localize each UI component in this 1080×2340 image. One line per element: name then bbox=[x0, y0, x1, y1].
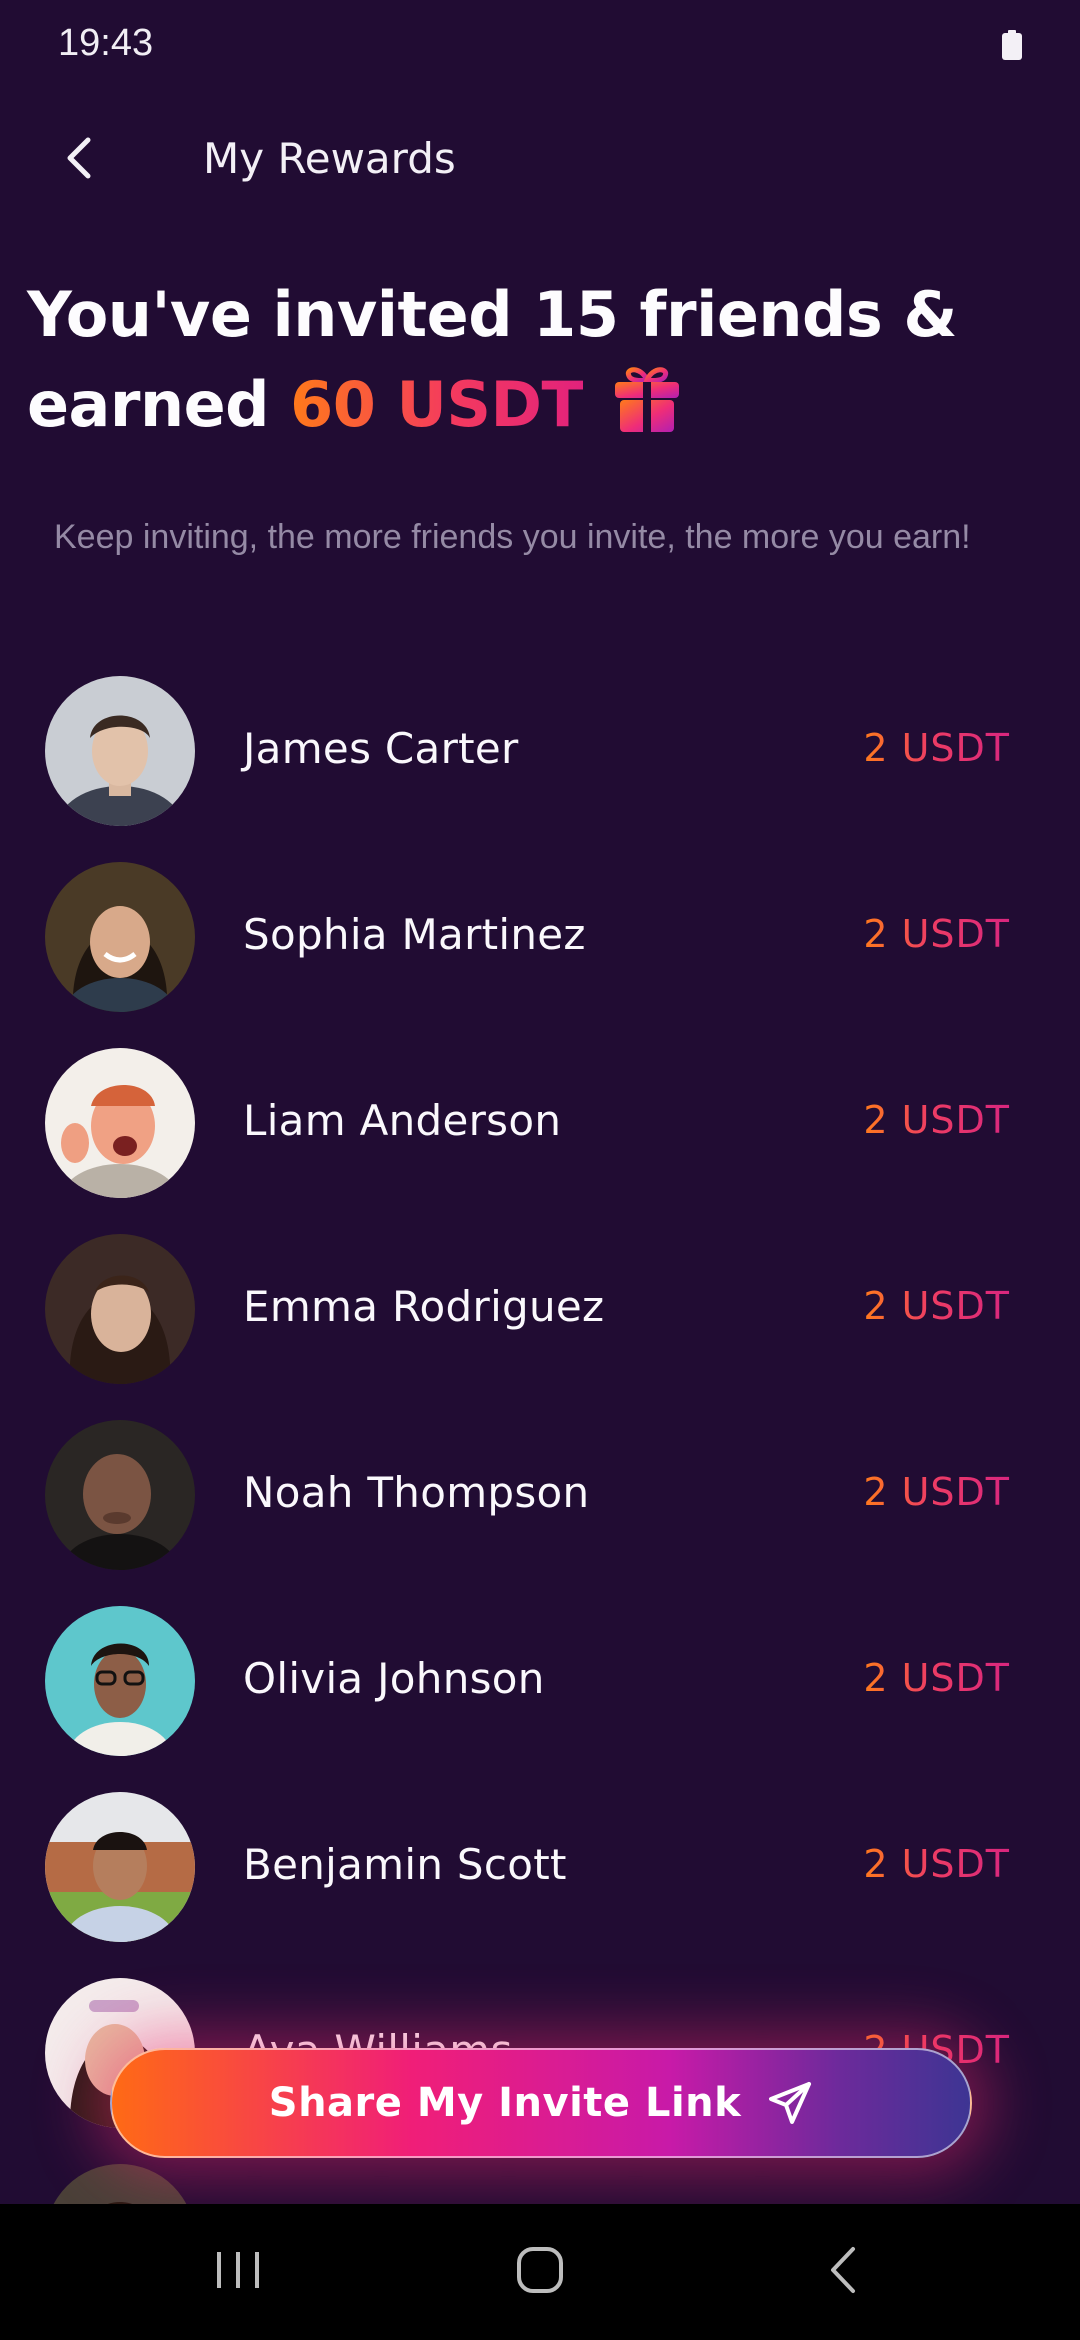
friend-reward: 2 USDT bbox=[863, 726, 1010, 770]
friend-row[interactable]: Noah Thompson 2 USDT bbox=[0, 1420, 1080, 1570]
rewards-headline: You've invited 15 friends & earned 60 US… bbox=[27, 270, 1047, 450]
home-icon bbox=[515, 2245, 565, 2299]
friend-list[interactable]: James Carter 2 USDT Sophia Martinez 2 US… bbox=[0, 676, 1080, 2204]
earned-amount: 60 USDT bbox=[290, 368, 584, 441]
invite-subtext: Keep inviting, the more friends you invi… bbox=[54, 518, 971, 556]
avatar bbox=[45, 1420, 195, 1570]
friend-row[interactable]: Emma Rodriguez 2 USDT bbox=[0, 1234, 1080, 1384]
friend-reward: 2 USDT bbox=[863, 912, 1010, 956]
friend-name: Emma Rodriguez bbox=[243, 1282, 605, 1331]
recents-button[interactable] bbox=[158, 2204, 318, 2340]
share-button-label: Share My Invite Link bbox=[268, 2080, 742, 2126]
recents-icon bbox=[213, 2248, 263, 2296]
send-icon bbox=[767, 2080, 813, 2126]
friend-row[interactable]: James Carter 2 USDT bbox=[0, 676, 1080, 826]
battery-icon bbox=[1001, 30, 1023, 60]
system-back-button[interactable] bbox=[762, 2204, 922, 2340]
friend-reward: 2 USDT bbox=[863, 1098, 1010, 1142]
status-time: 19:43 bbox=[58, 22, 154, 64]
avatar bbox=[45, 676, 195, 826]
avatar bbox=[45, 862, 195, 1012]
friend-name: Noah Thompson bbox=[243, 1468, 590, 1517]
app-bar: My Rewards bbox=[0, 110, 1080, 210]
home-button[interactable] bbox=[460, 2204, 620, 2340]
avatar bbox=[45, 1606, 195, 1756]
avatar bbox=[45, 1792, 195, 1942]
page-title: My Rewards bbox=[203, 134, 456, 183]
friend-row[interactable]: Olivia Johnson 2 USDT bbox=[0, 1606, 1080, 1756]
friend-row[interactable]: Sophia Martinez 2 USDT bbox=[0, 862, 1080, 1012]
back-button[interactable] bbox=[44, 124, 116, 196]
chevron-left-icon bbox=[60, 134, 100, 186]
friend-name: Benjamin Scott bbox=[243, 1840, 567, 1889]
friend-name: Sophia Martinez bbox=[243, 910, 586, 959]
share-invite-link-button[interactable]: Share My Invite Link bbox=[110, 2048, 972, 2158]
friend-name: Liam Anderson bbox=[243, 1096, 562, 1145]
friend-row[interactable]: Benjamin Scott 2 USDT bbox=[0, 1792, 1080, 1942]
friend-reward: 2 USDT bbox=[863, 1656, 1010, 1700]
avatar bbox=[45, 2164, 195, 2204]
system-nav-bar bbox=[0, 2204, 1080, 2340]
friend-reward: 2 USDT bbox=[863, 1470, 1010, 1514]
friend-row[interactable] bbox=[0, 2164, 1080, 2204]
friend-name: James Carter bbox=[243, 724, 519, 773]
gift-icon bbox=[611, 362, 683, 434]
avatar bbox=[45, 1048, 195, 1198]
status-bar: 19:43 bbox=[0, 0, 1080, 90]
friend-reward: 2 USDT bbox=[863, 1284, 1010, 1328]
friend-row[interactable]: Liam Anderson 2 USDT bbox=[0, 1048, 1080, 1198]
friend-name: Olivia Johnson bbox=[243, 1654, 545, 1703]
friend-reward: 2 USDT bbox=[863, 1842, 1010, 1886]
back-icon bbox=[825, 2245, 859, 2299]
avatar bbox=[45, 1234, 195, 1384]
